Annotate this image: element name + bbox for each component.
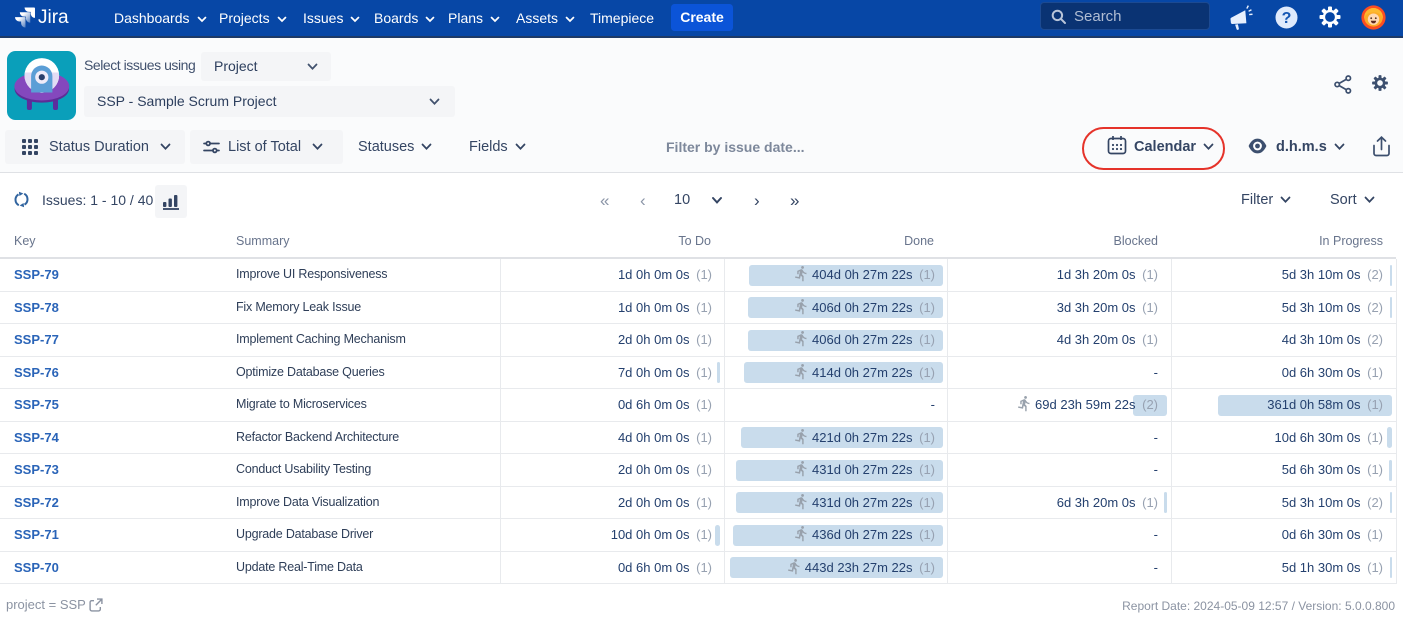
svg-text:?: ?: [1282, 10, 1292, 27]
